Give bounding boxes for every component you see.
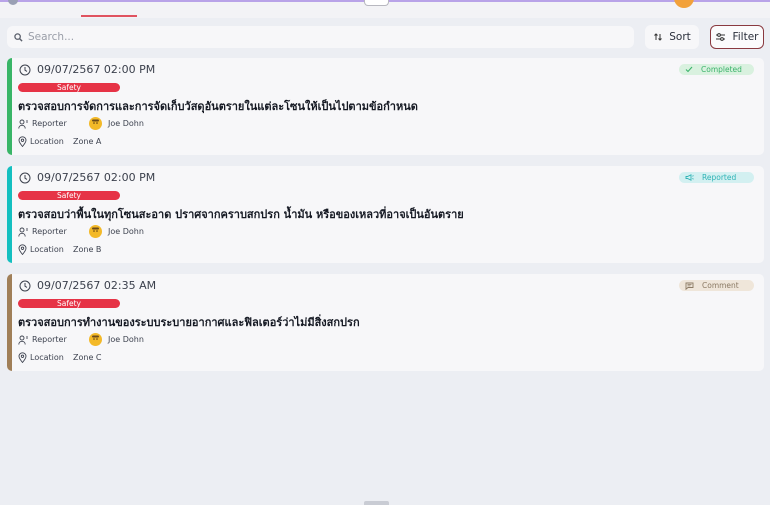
status-color-bar <box>7 58 12 155</box>
category-tag: Safety <box>18 83 120 92</box>
top-bar <box>0 0 770 18</box>
location-pin-icon <box>18 352 27 363</box>
status-badge: Completed <box>679 64 754 75</box>
location-value: Zone A <box>73 137 102 146</box>
user-avatar[interactable] <box>674 0 694 8</box>
reporter-name: Joe Dohn <box>108 119 144 128</box>
active-tab-indicator <box>81 15 137 17</box>
clock-icon <box>19 280 31 292</box>
reporter-label: Reporter <box>32 227 67 236</box>
card-title: ตรวจสอบการทำงานของระบบระบายอากาศและฟิลเต… <box>18 316 360 329</box>
sort-label: Sort <box>669 31 691 43</box>
search-icon <box>14 32 23 42</box>
filter-icon <box>715 32 726 42</box>
reporter-name: Joe Dohn <box>108 335 144 344</box>
user-icon <box>18 335 29 345</box>
card-datetime-row: 09/07/2567 02:35 AM <box>19 279 156 292</box>
location-value: Zone B <box>73 245 102 254</box>
status-color-bar <box>7 166 12 263</box>
card-datetime: 09/07/2567 02:35 AM <box>37 279 157 292</box>
reporter-row: Reporter Joe Dohn <box>18 117 144 130</box>
category-tag: Safety <box>18 299 120 308</box>
user-icon <box>18 227 29 237</box>
status-label: Reported <box>702 173 737 182</box>
check-icon <box>685 66 693 73</box>
status-badge: Comment <box>679 280 754 291</box>
reporter-label: Reporter <box>32 119 67 128</box>
reporter-avatar <box>89 333 102 346</box>
reporter-label: Reporter <box>32 335 67 344</box>
status-label: Completed <box>701 65 742 74</box>
card-datetime-row: 09/07/2567 02:00 PM <box>19 63 155 76</box>
task-card[interactable]: 09/07/2567 02:00 PM Safety ตรวจสอบการจัด… <box>7 58 764 155</box>
location-label: Location <box>30 245 64 254</box>
app-logo <box>8 0 18 5</box>
reporter-avatar <box>89 225 102 238</box>
bottom-handle[interactable] <box>364 501 389 505</box>
toolbar: Sort Filter <box>7 25 764 49</box>
reporter-name: Joe Dohn <box>108 227 144 236</box>
sort-button[interactable]: Sort <box>645 25 699 49</box>
card-datetime-row: 09/07/2567 02:00 PM <box>19 171 155 184</box>
task-card[interactable]: 09/07/2567 02:35 AM Safety ตรวจสอบการทำง… <box>7 274 764 371</box>
location-pin-icon <box>18 136 27 147</box>
location-pin-icon <box>18 244 27 255</box>
location-row: Location Zone A <box>18 136 101 147</box>
sort-icon <box>653 32 663 42</box>
pull-handle[interactable] <box>364 0 389 6</box>
status-badge: Reported <box>679 172 754 183</box>
filter-label: Filter <box>732 31 759 43</box>
card-title: ตรวจสอบการจัดการและการจัดเก็บวัสดุอันตรา… <box>18 100 418 113</box>
search-bar[interactable] <box>7 26 634 48</box>
location-row: Location Zone B <box>18 244 101 255</box>
megaphone-icon <box>685 174 694 181</box>
category-tag: Safety <box>18 191 120 200</box>
location-value: Zone C <box>73 353 102 362</box>
location-label: Location <box>30 353 64 362</box>
status-label: Comment <box>702 281 739 290</box>
reporter-avatar <box>89 117 102 130</box>
reporter-row: Reporter Joe Dohn <box>18 333 144 346</box>
task-card[interactable]: 09/07/2567 02:00 PM Safety ตรวจสอบว่าพื้… <box>7 166 764 263</box>
clock-icon <box>19 172 31 184</box>
filter-button[interactable]: Filter <box>710 25 764 49</box>
reporter-row: Reporter Joe Dohn <box>18 225 144 238</box>
user-icon <box>18 119 29 129</box>
card-datetime: 09/07/2567 02:00 PM <box>37 171 156 184</box>
location-label: Location <box>30 137 64 146</box>
card-datetime: 09/07/2567 02:00 PM <box>37 63 156 76</box>
comment-icon <box>685 282 694 290</box>
location-row: Location Zone C <box>18 352 102 363</box>
status-color-bar <box>7 274 12 371</box>
card-title: ตรวจสอบว่าพื้นในทุกโซนสะอาด ปราศจากคราบส… <box>18 208 464 221</box>
search-input[interactable] <box>28 31 588 43</box>
clock-icon <box>19 64 31 76</box>
